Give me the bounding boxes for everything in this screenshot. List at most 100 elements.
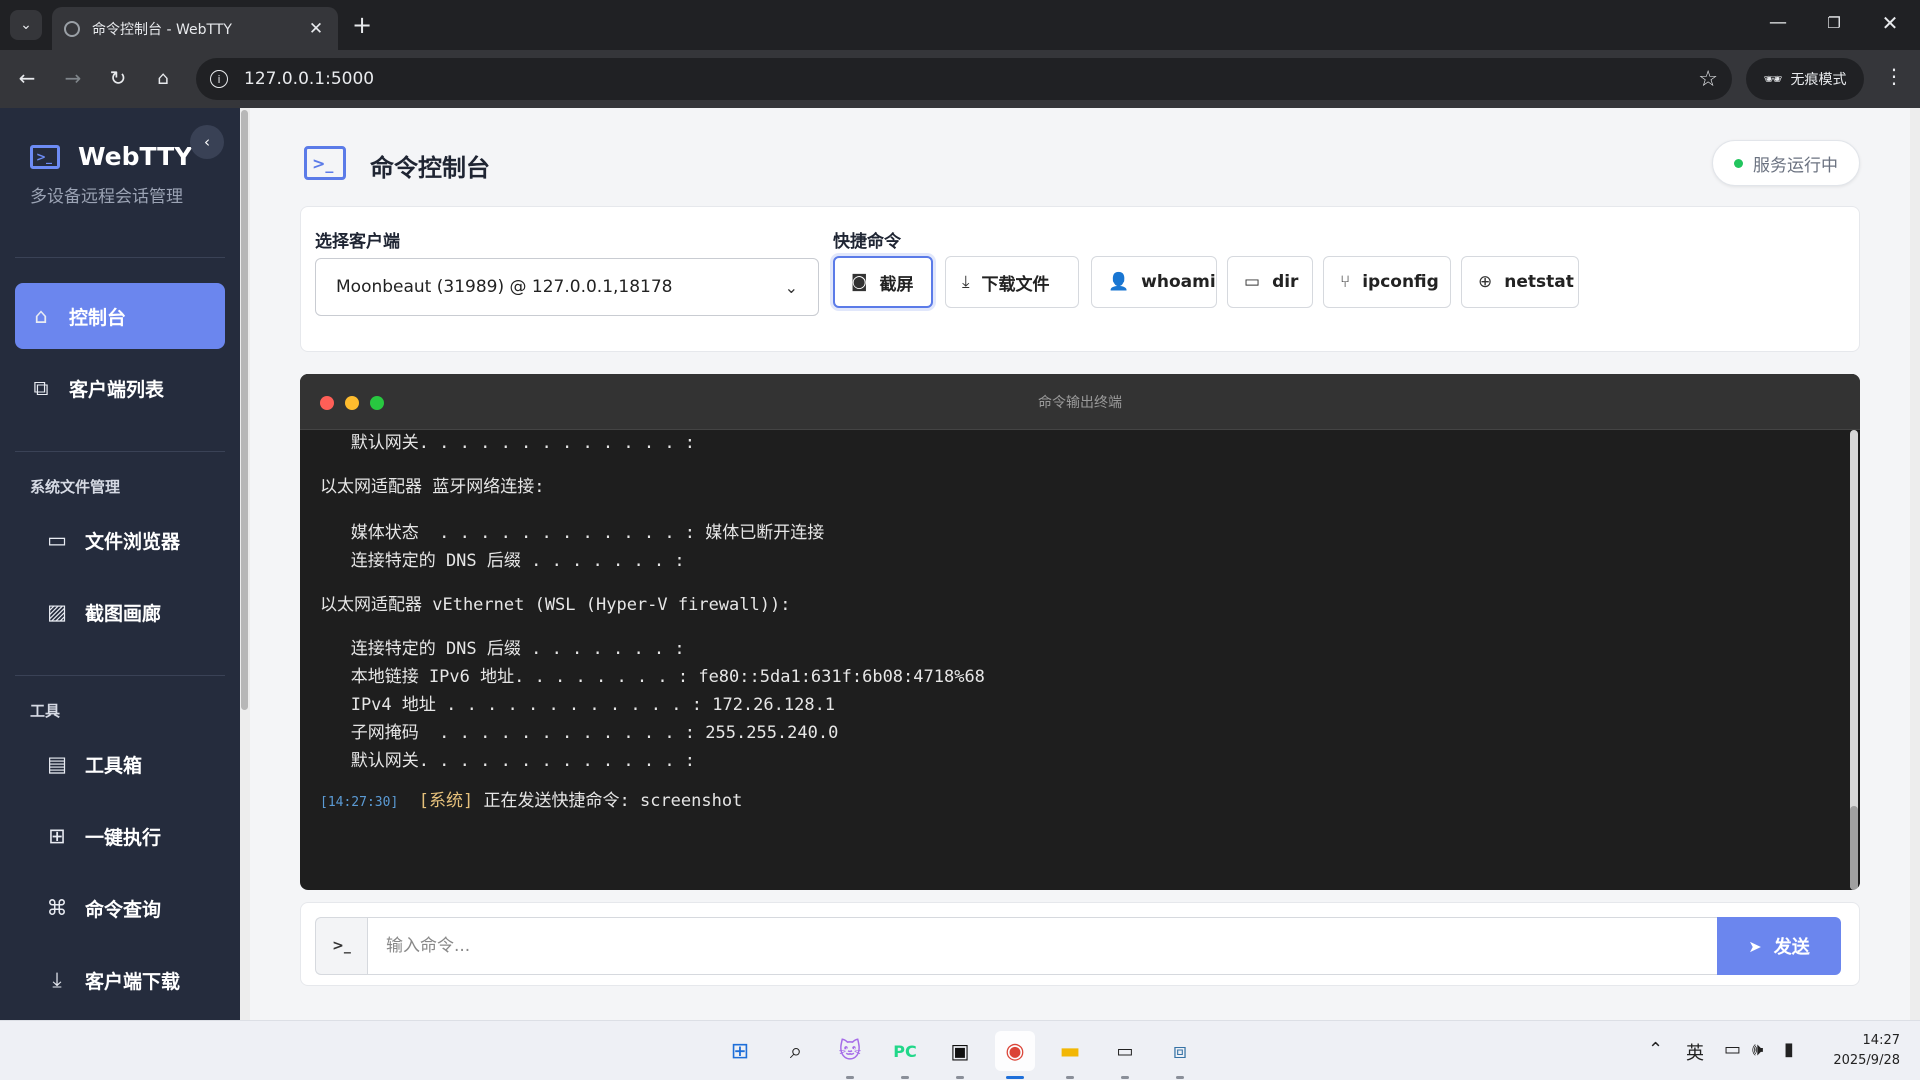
quick-ipconfig-button[interactable]: ⑂ ipconfig	[1323, 256, 1451, 308]
battery-icon[interactable]: ▮	[1784, 1039, 1794, 1060]
cat-app-icon[interactable]: 🐱	[830, 1031, 870, 1071]
quick-screenshot-button[interactable]: ◙ 截屏	[833, 256, 933, 308]
chrome-icon[interactable]: ◉	[995, 1031, 1035, 1071]
terminal-window: 命令输出终端 默认网关. . . . . . . . . . . . . : 以…	[300, 374, 1860, 890]
back-icon[interactable]: ←	[14, 66, 40, 90]
terminal-output[interactable]: 默认网关. . . . . . . . . . . . . : 以太网适配器 蓝…	[300, 430, 1848, 890]
app-running-indicator	[846, 1076, 854, 1079]
download-icon: ⤓	[962, 272, 970, 292]
section-title-tools: 工具	[30, 702, 61, 720]
client-select-value: Moonbeaut (31989) @ 127.0.0.1,18178	[336, 277, 673, 297]
file-explorer-icon[interactable]: ▬	[1050, 1031, 1090, 1071]
cmd-icon[interactable]: ▭	[1105, 1031, 1145, 1071]
terminal-line: 连接特定的 DNS 后缀 . . . . . . . :	[320, 551, 685, 571]
app-running-indicator	[956, 1076, 964, 1079]
scrollbar-thumb[interactable]	[241, 110, 248, 710]
tab-title: 命令控制台 - WebTTY	[92, 21, 232, 38]
terminal-line: IPv4 地址 . . . . . . . . . . . . : 172.26…	[320, 695, 836, 715]
sidebar-item-label: 客户端下载	[85, 970, 181, 993]
send-button[interactable]: ➤ 发送	[1717, 917, 1841, 975]
collapse-sidebar-button[interactable]: ‹	[190, 125, 224, 159]
sidebar-item-one-click[interactable]: ⊞ 一键执行	[15, 803, 225, 869]
chevron-down-icon: ⌄	[784, 277, 798, 297]
globe-icon: ⊕	[1478, 272, 1493, 292]
quick-button-label: whoami	[1141, 272, 1216, 292]
divider	[15, 451, 225, 452]
client-select[interactable]: Moonbeaut (31989) @ 127.0.0.1,18178 ⌄	[315, 258, 819, 316]
quick-netstat-button[interactable]: ⊕ netstat	[1461, 256, 1579, 308]
quick-commands-label: 快捷命令	[833, 232, 901, 252]
restore-icon[interactable]: ❐	[1822, 14, 1846, 32]
python-icon[interactable]: ⧈	[1160, 1031, 1200, 1071]
app-running-indicator	[1176, 1076, 1184, 1079]
command-input[interactable]	[367, 917, 1727, 975]
network-tray-icon[interactable]: ▭	[1724, 1039, 1741, 1060]
sidebar-item-clients[interactable]: ⧉ 客户端列表	[15, 355, 225, 421]
page-title: 命令控制台	[370, 154, 490, 182]
forward-icon[interactable]: →	[60, 66, 86, 90]
download-icon: ⤓	[52, 967, 62, 992]
new-tab-button[interactable]: +	[352, 12, 372, 38]
terminal-line: 默认网关. . . . . . . . . . . . . :	[320, 751, 696, 771]
reload-icon[interactable]: ↻	[105, 66, 131, 90]
sidebar-item-file-browser[interactable]: ▭ 文件浏览器	[15, 507, 225, 573]
quick-button-label: 截屏	[879, 274, 914, 295]
section-title-files: 系统文件管理	[30, 478, 121, 496]
terminal-app-icon[interactable]: ▣	[940, 1031, 980, 1071]
home-nav-icon[interactable]: ⌂	[150, 68, 176, 89]
tray-chevron-up-icon[interactable]: ⌃	[1648, 1039, 1663, 1060]
log-timestamp: [14:27:30]	[320, 795, 399, 810]
sidebar-item-command-lookup[interactable]: ⌘ 命令查询	[15, 875, 225, 941]
log-tag: [系统]	[418, 791, 474, 811]
volume-icon[interactable]: 🕪	[1752, 1039, 1763, 1060]
camera-icon: ◙	[851, 272, 868, 292]
tab-search-button[interactable]: ⌄	[10, 10, 42, 40]
main-scrollbar[interactable]	[1910, 108, 1920, 1020]
plus-square-icon: ⊞	[48, 824, 66, 848]
info-icon[interactable]: i	[210, 70, 228, 88]
sidebar-item-toolbox[interactable]: ▤ 工具箱	[15, 731, 225, 797]
quick-dir-button[interactable]: ▭ dir	[1227, 256, 1313, 308]
app-running-indicator	[901, 1076, 909, 1079]
sidebar-item-screenshot-gallery[interactable]: ▨ 截图画廊	[15, 579, 225, 645]
windows-start-icon[interactable]: ⊞	[720, 1031, 760, 1071]
window-close-icon[interactable]: ✕	[1878, 11, 1902, 35]
log-message: 正在发送快捷命令: screenshot	[483, 791, 743, 811]
browser-tab[interactable]: 命令控制台 - WebTTY ✕	[52, 7, 338, 50]
quick-whoami-button[interactable]: 👤 whoami	[1091, 256, 1217, 308]
quick-download-button[interactable]: ⤓ 下载文件	[945, 256, 1079, 308]
scrollbar-thumb[interactable]	[1850, 806, 1858, 890]
pycharm-icon[interactable]: PC	[885, 1031, 925, 1071]
sidebar-scrollbar[interactable]	[240, 108, 250, 1020]
terminal-title-bar: 命令输出终端	[300, 374, 1860, 430]
divider	[15, 257, 225, 258]
folder-icon: ▭	[1244, 272, 1261, 292]
favicon-icon	[64, 20, 80, 37]
quick-button-label: netstat	[1504, 272, 1574, 292]
ime-indicator[interactable]: 英	[1686, 1039, 1704, 1065]
system-clock[interactable]: 14:27 2025/9/28	[1810, 1031, 1900, 1071]
sidebar-item-console[interactable]: ⌂ 控制台	[15, 283, 225, 349]
send-icon: ➤	[1748, 936, 1762, 956]
user-icon: 👤	[1108, 272, 1130, 292]
terminal-scrollbar[interactable]	[1848, 430, 1860, 890]
bookmark-star-icon[interactable]: ☆	[1698, 67, 1718, 92]
clock-time: 14:27	[1862, 1033, 1900, 1048]
browser-menu-icon[interactable]: ⋮	[1884, 64, 1904, 88]
sidebar-item-label: 工具箱	[85, 754, 143, 777]
home-icon: ⌂	[34, 304, 48, 328]
incognito-badge[interactable]: 🕶 无痕模式	[1746, 58, 1864, 100]
minimize-icon[interactable]: —	[1766, 12, 1790, 33]
close-icon[interactable]: ✕	[306, 19, 326, 39]
toolbox-icon: ▤	[47, 752, 67, 776]
sidebar: >_ WebTTY 多设备远程会话管理 ‹ ⌂ 控制台 ⧉ 客户端列表 系统文件…	[0, 108, 240, 1020]
url-text[interactable]: 127.0.0.1:5000	[244, 69, 1698, 89]
folder-icon: ▭	[47, 528, 67, 552]
address-bar[interactable]: i 127.0.0.1:5000 ☆	[196, 58, 1732, 100]
app-running-indicator	[1121, 1076, 1129, 1079]
incognito-icon: 🕶	[1763, 70, 1783, 88]
main-content: >_ 命令控制台 服务运行中 选择客户端 Moonbeaut (31989) @…	[250, 108, 1910, 1020]
sidebar-item-client-download[interactable]: ⤓ 客户端下载	[15, 947, 225, 1013]
chevron-down-icon: ⌄	[20, 17, 32, 33]
search-icon[interactable]: ⌕	[776, 1031, 816, 1071]
